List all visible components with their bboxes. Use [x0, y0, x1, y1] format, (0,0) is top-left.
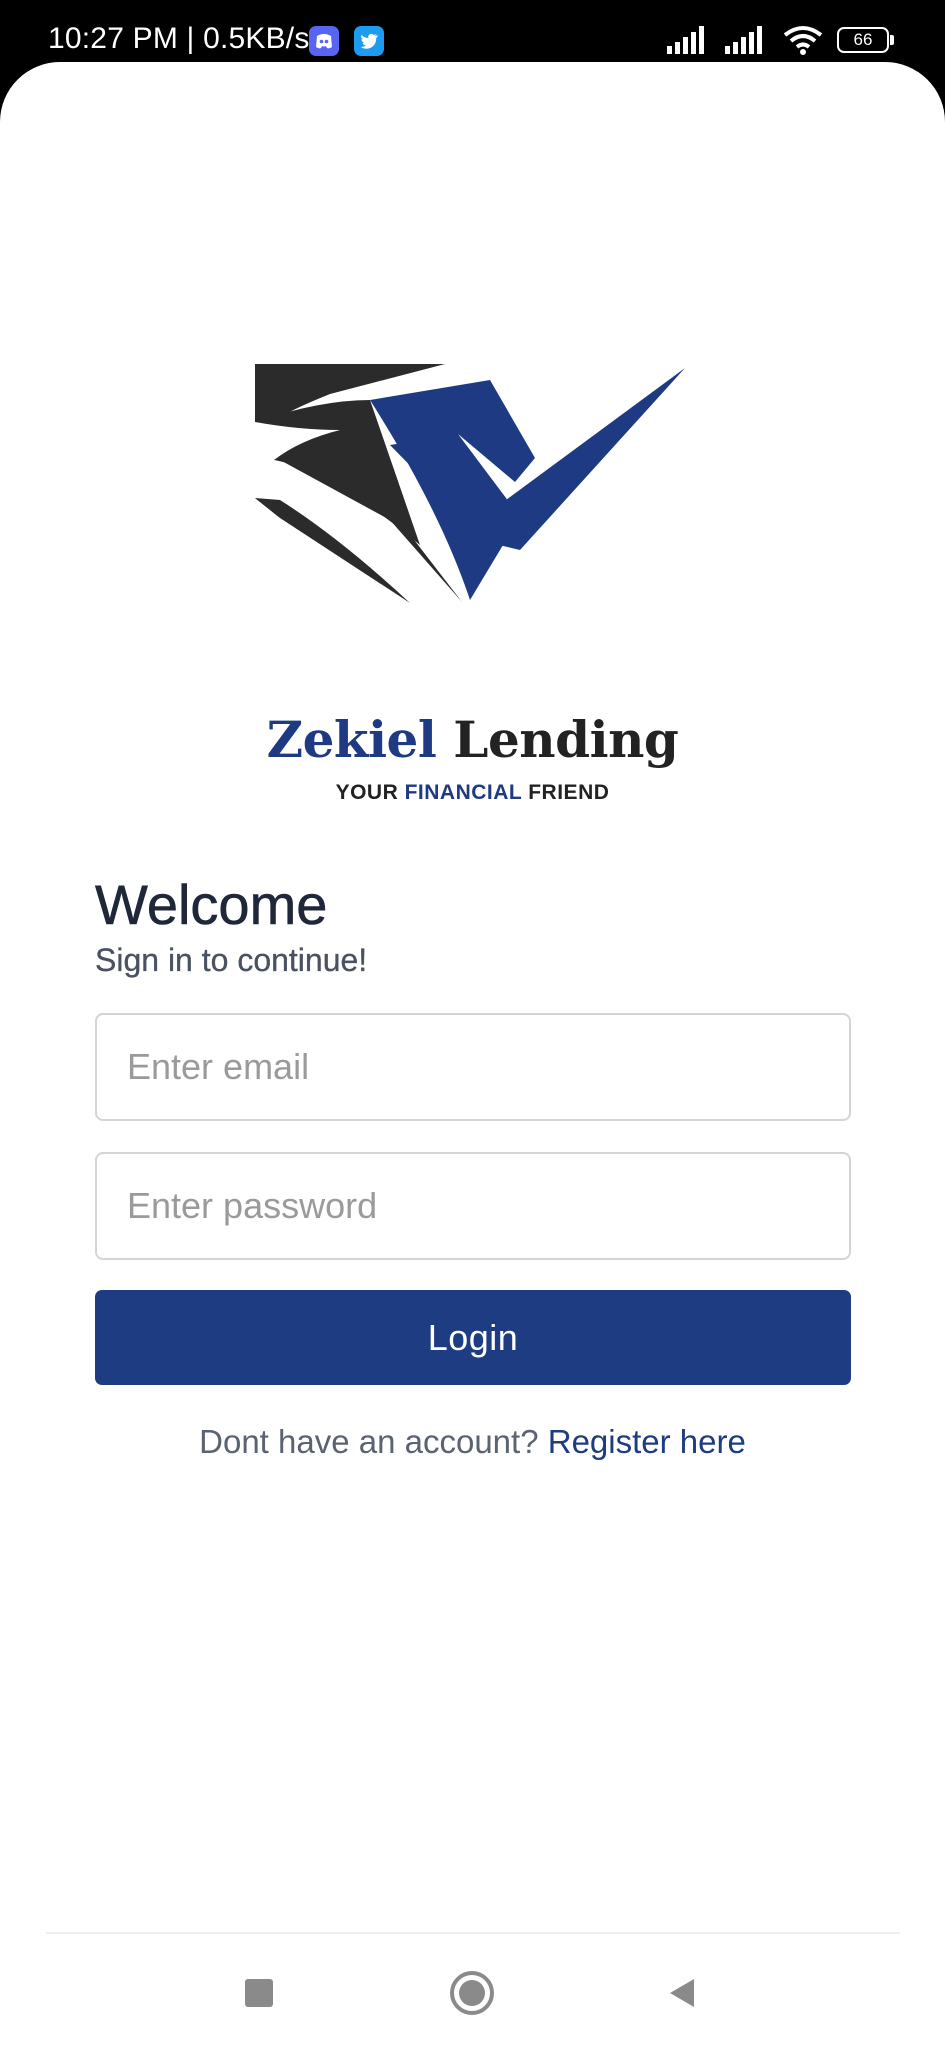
tagline-part1: YOUR — [335, 781, 399, 804]
welcome-title: Welcome — [95, 873, 328, 937]
battery-level: 66 — [853, 30, 873, 49]
password-input[interactable] — [95, 1152, 851, 1260]
status-time: 10:27 PM | 0.5KB/s — [48, 22, 310, 55]
register-prompt: Dont have an account? — [199, 1423, 539, 1460]
recents-square-icon — [245, 1979, 273, 2007]
brand-name-part1: Zekiel — [266, 710, 437, 769]
twitter-icon — [354, 26, 384, 56]
back-button[interactable] — [647, 1963, 717, 2023]
register-link[interactable]: Register here — [548, 1423, 746, 1460]
brand-name-part2: Lending — [453, 710, 679, 769]
tagline-part3: FRIEND — [528, 781, 610, 804]
email-input[interactable] — [95, 1013, 851, 1121]
wifi-icon — [783, 26, 823, 55]
brand-name: Zekiel Lending — [0, 710, 945, 769]
nav-divider — [46, 1932, 900, 1934]
brand-tagline: YOUR FINANCIAL FRIEND — [0, 781, 945, 805]
signal-icon — [667, 26, 704, 54]
status-indicators: 66 — [667, 24, 894, 56]
login-button[interactable]: Login — [95, 1290, 851, 1385]
home-circle-icon — [450, 1971, 494, 2015]
signal-icon — [725, 26, 762, 54]
battery-icon: 66 — [837, 27, 894, 53]
discord-icon — [309, 26, 339, 56]
brand-logo — [254, 364, 685, 603]
home-button[interactable] — [437, 1963, 507, 2023]
welcome-subtitle: Sign in to continue! — [95, 942, 368, 978]
tagline-part2: FINANCIAL — [404, 781, 522, 804]
back-triangle-icon — [670, 1979, 694, 2007]
register-line: Dont have an account? Register here — [0, 1423, 945, 1461]
recents-button[interactable] — [224, 1963, 294, 2023]
